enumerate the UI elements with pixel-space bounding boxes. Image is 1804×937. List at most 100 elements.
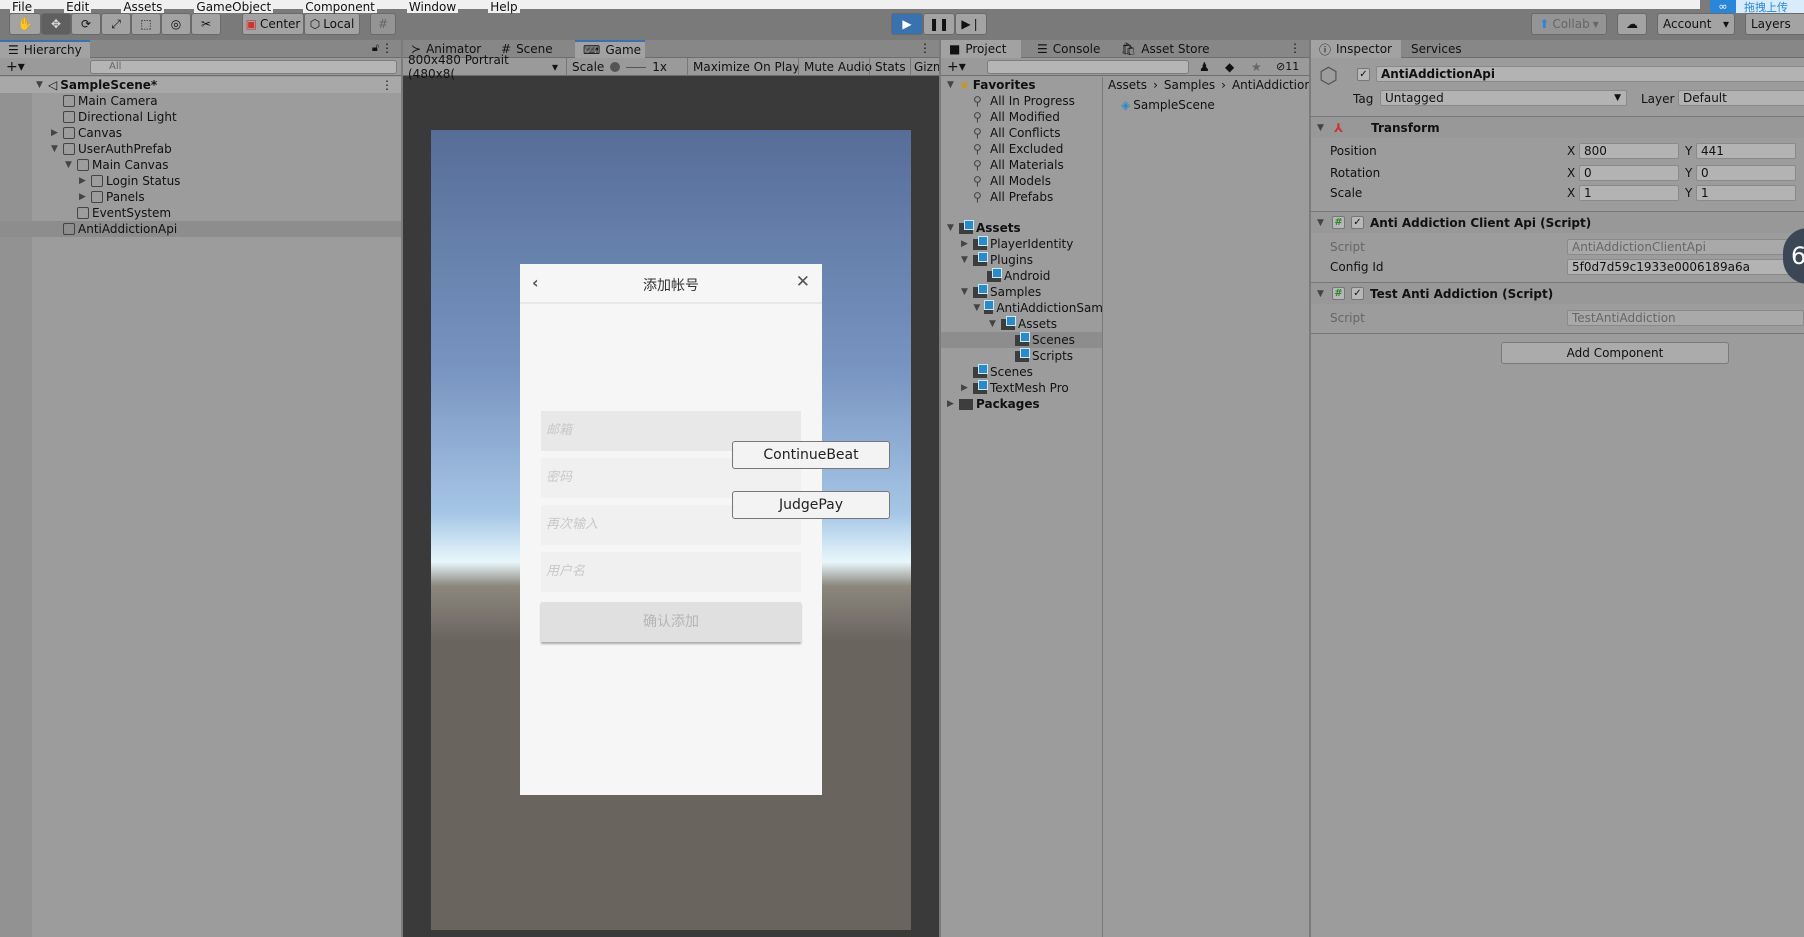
folder-item[interactable]: ▼ Assets: [987, 315, 1057, 332]
menu-component[interactable]: Component: [303, 1, 377, 13]
hierarchy-item[interactable]: Directional Light: [49, 109, 177, 125]
upload-badge[interactable]: ∞ 拖拽上传: [1710, 0, 1804, 13]
floating-overlay-widget[interactable]: 6: [1783, 228, 1804, 284]
scale-y-field[interactable]: 1: [1696, 185, 1796, 201]
filter-label-icon[interactable]: ◆: [1225, 60, 1234, 74]
close-icon[interactable]: ✕: [796, 272, 810, 292]
object-name-field[interactable]: AntiAddictionApi: [1376, 66, 1804, 82]
packages-folder[interactable]: ▶ Packages: [945, 396, 1040, 412]
favorites-header[interactable]: ▼ ★ Favorites: [945, 77, 1035, 93]
gizmos-dropdown[interactable]: Gizm: [910, 58, 939, 76]
collab-button[interactable]: ⬆ Collab ▾: [1531, 13, 1607, 35]
menu-file[interactable]: File: [10, 1, 35, 13]
step-button[interactable]: ▶❘: [955, 13, 987, 35]
hidden-packages-toggle[interactable]: ⊘11: [1276, 60, 1299, 73]
create-button[interactable]: +▾: [947, 59, 966, 75]
create-button[interactable]: +▾: [6, 59, 25, 75]
layers-dropdown[interactable]: Layers: [1745, 13, 1804, 35]
folder-item[interactable]: ▶ TextMesh Pro: [959, 379, 1069, 396]
component-enabled-checkbox[interactable]: ✓: [1351, 287, 1364, 300]
hierarchy-item[interactable]: Main Camera: [49, 93, 158, 109]
folder-item[interactable]: ▼ Samples: [959, 283, 1041, 300]
more-menu-icon[interactable]: ⋮: [381, 41, 393, 55]
scale-tool-button[interactable]: ⤢: [101, 13, 131, 35]
folder-item[interactable]: Android: [973, 267, 1050, 284]
scene-menu-icon[interactable]: ⋮: [381, 77, 393, 93]
scale-x-field[interactable]: 1: [1579, 185, 1679, 201]
scale-slider[interactable]: Scale 1x: [566, 58, 686, 76]
breadcrumb-item[interactable]: Samples: [1164, 77, 1215, 93]
transform-header[interactable]: ▼ ⅄ Transform: [1311, 116, 1804, 138]
transform-tool-button[interactable]: ◎: [161, 13, 191, 35]
more-menu-icon[interactable]: ⋮: [919, 41, 931, 55]
menu-window[interactable]: Window: [406, 1, 459, 13]
favorite-item[interactable]: ⚲ All Modified: [973, 109, 1060, 125]
favorite-item[interactable]: ⚲ All Conflicts: [973, 125, 1060, 141]
judge-pay-button[interactable]: JudgePay: [732, 491, 890, 519]
hierarchy-item[interactable]: ▼ Main Canvas: [63, 157, 168, 173]
username-field[interactable]: 用户名: [541, 552, 801, 592]
move-tool-button[interactable]: ✥: [41, 13, 71, 35]
resolution-dropdown[interactable]: 800x480 Portrait (480x8(▾: [403, 53, 563, 81]
hierarchy-item[interactable]: ▶ Panels: [77, 189, 145, 205]
folder-item[interactable]: ▶ PlayerIdentity: [959, 235, 1073, 252]
tab-hierarchy[interactable]: ☰ Hierarchy: [0, 40, 90, 58]
scene-row[interactable]: ▼ ◁ SampleScene* ⋮: [0, 77, 401, 93]
confirm-add-button[interactable]: 确认添加: [541, 602, 801, 642]
folder-item[interactable]: ▼ Plugins: [959, 251, 1033, 268]
hierarchy-item[interactable]: ▼ UserAuthPrefab: [49, 141, 172, 157]
menu-assets[interactable]: Assets: [121, 1, 165, 13]
hierarchy-item[interactable]: ▶ Canvas: [49, 125, 122, 141]
play-button[interactable]: ▶: [891, 13, 923, 35]
tab-asset-store[interactable]: 🛍︎ Asset Store: [1113, 40, 1218, 58]
account-dropdown[interactable]: Account ▾: [1657, 13, 1735, 35]
favorite-item[interactable]: ⚲ All Excluded: [973, 141, 1063, 157]
pivot-center-button[interactable]: ▣ Center: [242, 13, 304, 35]
folder-item[interactable]: Scripts: [1001, 347, 1073, 364]
rect-tool-button[interactable]: ⬚: [131, 13, 161, 35]
favorite-item[interactable]: ⚲ All In Progress: [973, 93, 1075, 109]
rotation-x-field[interactable]: 0: [1579, 165, 1679, 181]
position-y-field[interactable]: 441: [1696, 143, 1796, 159]
filter-type-icon[interactable]: ♟: [1199, 60, 1210, 74]
breadcrumb-item[interactable]: Assets: [1108, 77, 1147, 93]
hierarchy-item[interactable]: ▶ Login Status: [77, 173, 180, 189]
config-id-field[interactable]: 5f0d7d59c1933e0006189a6a: [1567, 259, 1804, 275]
tab-project[interactable]: ■ Project: [941, 40, 1021, 58]
more-menu-icon[interactable]: ⋮: [1289, 41, 1301, 55]
mute-audio-toggle[interactable]: Mute Audio: [798, 58, 877, 76]
stats-toggle[interactable]: Stats: [869, 58, 911, 76]
test-component-header[interactable]: ▼ # ✓ Test Anti Addiction (Script): [1311, 282, 1804, 304]
pivot-local-button[interactable]: ⬡ Local: [304, 13, 360, 35]
lock-icon[interactable]: 🔓︎: [372, 41, 379, 55]
folder-item[interactable]: Scenes: [959, 363, 1033, 380]
snap-button[interactable]: #: [370, 13, 396, 35]
tab-console[interactable]: ☰ Console: [1029, 40, 1108, 58]
client-api-component-header[interactable]: ▼ # ✓ Anti Addiction Client Api (Script): [1311, 211, 1804, 233]
project-search-input[interactable]: [987, 60, 1189, 74]
menu-gameobject[interactable]: GameObject: [194, 1, 274, 13]
folder-item-selected[interactable]: Scenes: [941, 331, 1102, 348]
tab-game[interactable]: ⌨ Game: [575, 40, 645, 58]
hand-tool-button[interactable]: ✋: [9, 13, 41, 35]
component-enabled-checkbox[interactable]: ✓: [1351, 216, 1364, 229]
active-checkbox[interactable]: ✓: [1357, 68, 1370, 81]
favorite-item[interactable]: ⚲ All Models: [973, 173, 1051, 189]
add-component-button[interactable]: Add Component: [1501, 342, 1729, 364]
tab-inspector[interactable]: ⓘ Inspector: [1311, 40, 1401, 58]
continue-beat-button[interactable]: ContinueBeat: [732, 441, 890, 469]
favorite-item[interactable]: ⚲ All Materials: [973, 157, 1064, 173]
slider-handle[interactable]: [610, 62, 621, 72]
assets-folder[interactable]: ▼ Assets: [945, 219, 1021, 236]
file-item[interactable]: ◈ SampleScene: [1121, 97, 1215, 113]
position-x-field[interactable]: 800: [1579, 143, 1679, 159]
maximize-on-play-toggle[interactable]: Maximize On Play: [687, 58, 805, 76]
favorite-item[interactable]: ⚲ All Prefabs: [973, 189, 1053, 205]
layer-dropdown[interactable]: Default: [1678, 90, 1804, 106]
pause-button[interactable]: ❚❚: [923, 13, 955, 35]
rotate-tool-button[interactable]: ⟳: [71, 13, 101, 35]
rotation-y-field[interactable]: 0: [1696, 165, 1796, 181]
breadcrumb-item[interactable]: AntiAddictionS: [1232, 77, 1309, 93]
folder-item[interactable]: ▼ AntiAddictionSam: [973, 300, 1103, 316]
hierarchy-item-selected[interactable]: AntiAddictionApi: [0, 221, 401, 237]
